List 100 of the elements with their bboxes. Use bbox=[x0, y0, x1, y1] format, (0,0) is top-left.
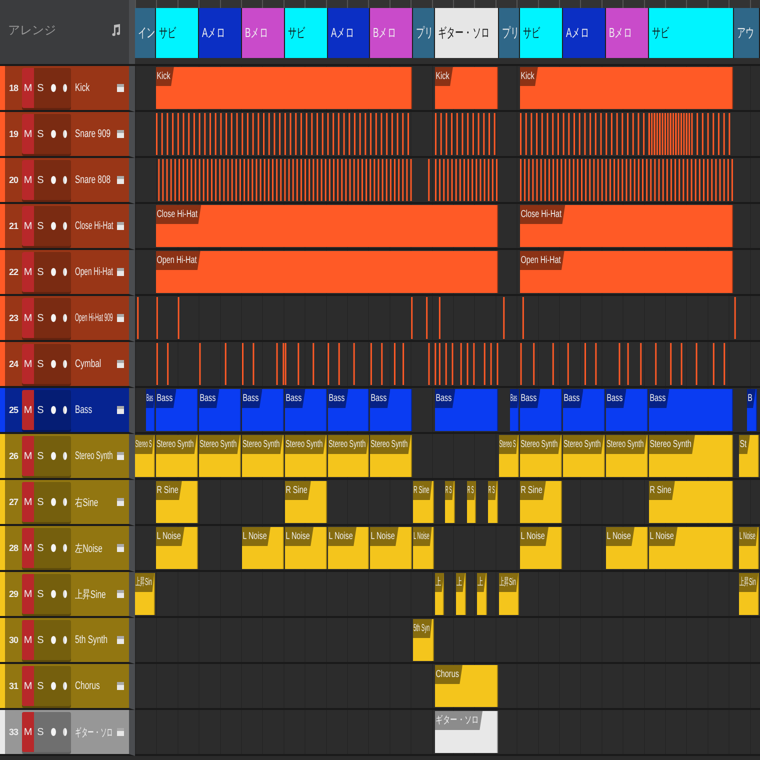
clip[interactable]: St bbox=[738, 435, 759, 477]
clip[interactable]: L Noise bbox=[738, 527, 759, 569]
solo-button[interactable]: S bbox=[34, 298, 47, 338]
clip[interactable]: Kick bbox=[520, 67, 734, 109]
track-header[interactable]: 27 M S 右Sine bbox=[0, 480, 135, 526]
mute-button[interactable]: M bbox=[22, 298, 34, 338]
clip[interactable]: R S bbox=[488, 481, 498, 523]
mute-button[interactable]: M bbox=[22, 344, 34, 384]
solo-button[interactable]: S bbox=[34, 114, 47, 154]
arrangement-section[interactable]: ギター・ソロ bbox=[434, 8, 499, 58]
clip[interactable]: R Sine bbox=[648, 481, 734, 523]
track-lane[interactable]: Open Hi-Hat Open Hi-Hat bbox=[135, 250, 760, 296]
track-lane[interactable]: Stereo S Stereo Synth Stereo Synth Stereo Synth Stereo Synth Stereo Synth Stereo Synth Stereo S Stereo Synth Stereo Synth Stereo Synth Stereo Synth St bbox=[135, 434, 760, 480]
track-header[interactable]: 23 M S Open Hi-Hat 909 bbox=[0, 296, 135, 342]
solo-button[interactable]: S bbox=[34, 252, 47, 292]
clip[interactable]: R Sine bbox=[156, 481, 198, 523]
clip[interactable]: B bbox=[747, 389, 757, 431]
track-lane[interactable]: Bas Bass Bass Bass Bass Bass Bass Bass Bas Bass Bass Bass Bass B bbox=[135, 388, 760, 434]
track-header[interactable]: 26 M S Stereo Synth bbox=[0, 434, 135, 480]
mute-button[interactable]: M bbox=[22, 68, 34, 108]
clip[interactable]: L Noise bbox=[284, 527, 327, 569]
clip[interactable]: Stereo Synth bbox=[648, 435, 734, 477]
mute-button[interactable]: M bbox=[22, 252, 34, 292]
mute-button[interactable]: M bbox=[22, 160, 34, 200]
clip[interactable]: L Noise bbox=[156, 527, 198, 569]
mute-button[interactable]: M bbox=[22, 620, 34, 660]
clip[interactable]: R S bbox=[466, 481, 476, 523]
clip[interactable]: Bas bbox=[510, 389, 520, 431]
clip[interactable]: L Noise bbox=[520, 527, 562, 569]
clip[interactable]: R Sine bbox=[520, 481, 562, 523]
clip[interactable]: Bass bbox=[606, 389, 648, 431]
mute-button[interactable]: M bbox=[22, 206, 34, 246]
mute-button[interactable]: M bbox=[22, 390, 34, 430]
clip[interactable]: Bass bbox=[563, 389, 605, 431]
track-lane[interactable]: 5th Syn bbox=[135, 618, 760, 664]
track-lane[interactable]: Kick Kick Kick bbox=[135, 66, 760, 112]
track-lane[interactable]: Chorus bbox=[135, 664, 760, 710]
solo-button[interactable]: S bbox=[34, 528, 47, 568]
arrangement-section[interactable]: サビ bbox=[648, 8, 734, 58]
clip[interactable]: L Noise bbox=[648, 527, 734, 569]
arrangement-section[interactable]: Bメロ bbox=[370, 8, 414, 58]
track-header[interactable]: 19 M S Snare 909 bbox=[0, 112, 135, 158]
clip[interactable]: Open Hi-Hat bbox=[520, 251, 734, 293]
clip[interactable]: Close Hi-Hat bbox=[520, 205, 734, 247]
track-header[interactable]: 18 M S Kick bbox=[0, 66, 135, 112]
clip[interactable]: Bass bbox=[199, 389, 241, 431]
track-lane[interactable]: L Noise L Noise L Noise L Noise L Noise L Noise L Noise L Noise L Noise L Noise bbox=[135, 526, 760, 572]
clip[interactable]: Stereo Synth bbox=[520, 435, 562, 477]
track-header[interactable]: 31 M S Chorus bbox=[0, 664, 135, 710]
solo-button[interactable]: S bbox=[34, 482, 47, 522]
arrangement-section[interactable]: イン bbox=[135, 8, 156, 58]
clip[interactable]: L Noise bbox=[606, 527, 648, 569]
arrangement-section[interactable]: サビ bbox=[520, 8, 563, 58]
clip[interactable]: Stereo Synth bbox=[242, 435, 284, 477]
arrangement-section[interactable]: プリ bbox=[498, 8, 520, 58]
clip[interactable]: Bass bbox=[520, 389, 562, 431]
clip[interactable]: Bass bbox=[370, 389, 412, 431]
solo-button[interactable]: S bbox=[34, 206, 47, 246]
arrangement-section[interactable]: Aメロ bbox=[328, 8, 370, 58]
clip[interactable]: R Sine bbox=[284, 481, 327, 523]
track-lane[interactable]: R Sine R Sine R Sine R S R S R S R Sine R Sine bbox=[135, 480, 760, 526]
clip[interactable]: 上昇Sin bbox=[498, 573, 520, 615]
track-lane[interactable]: 上昇Sin 上 上 上 上昇Sin 上昇Sin bbox=[135, 572, 760, 618]
clip[interactable]: Bass bbox=[156, 389, 198, 431]
clip[interactable]: L Noise bbox=[328, 527, 370, 569]
clip[interactable]: L Noise bbox=[242, 527, 284, 569]
arrangement-section[interactable]: アウ bbox=[734, 8, 760, 58]
track-header[interactable]: 21 M S Close Hi-Hat bbox=[0, 204, 135, 250]
mute-button[interactable]: M bbox=[22, 574, 34, 614]
clip[interactable]: Close Hi-Hat bbox=[156, 205, 498, 247]
track-lane[interactable]: Close Hi-Hat Close Hi-Hat bbox=[135, 204, 760, 250]
clip[interactable]: 上 bbox=[434, 573, 444, 615]
solo-button[interactable]: S bbox=[34, 160, 47, 200]
arrangement-section[interactable]: Bメロ bbox=[242, 8, 285, 58]
clip[interactable]: 上昇Sin bbox=[738, 573, 759, 615]
clip[interactable]: R Sine bbox=[413, 481, 434, 523]
mute-button[interactable]: M bbox=[22, 712, 34, 752]
solo-button[interactable]: S bbox=[34, 344, 47, 384]
clip[interactable]: R S bbox=[445, 481, 456, 523]
clip[interactable]: Stereo Synth bbox=[199, 435, 241, 477]
solo-button[interactable]: S bbox=[34, 666, 47, 706]
clip[interactable]: Stereo Synth bbox=[156, 435, 198, 477]
clip[interactable]: Stereo Synth bbox=[563, 435, 605, 477]
music-note-icon[interactable] bbox=[111, 23, 121, 37]
mute-button[interactable]: M bbox=[22, 528, 34, 568]
clip[interactable]: Stereo S bbox=[498, 435, 520, 477]
clip[interactable]: 上 bbox=[477, 573, 488, 615]
clip[interactable]: Stereo Synth bbox=[328, 435, 370, 477]
arrangement-section[interactable]: プリ bbox=[413, 8, 435, 58]
clip[interactable]: L Noise bbox=[370, 527, 412, 569]
solo-button[interactable]: S bbox=[34, 68, 47, 108]
clip[interactable]: 上 bbox=[456, 573, 466, 615]
clip[interactable]: Bas bbox=[146, 389, 156, 431]
clip[interactable]: Kick bbox=[156, 67, 412, 109]
solo-button[interactable]: S bbox=[34, 712, 47, 752]
arrangement-section[interactable]: Bメロ bbox=[606, 8, 649, 58]
solo-button[interactable]: S bbox=[34, 574, 47, 614]
track-header[interactable]: 22 M S Open Hi-Hat bbox=[0, 250, 135, 296]
solo-button[interactable]: S bbox=[34, 620, 47, 660]
clip[interactable]: Chorus bbox=[434, 665, 498, 707]
